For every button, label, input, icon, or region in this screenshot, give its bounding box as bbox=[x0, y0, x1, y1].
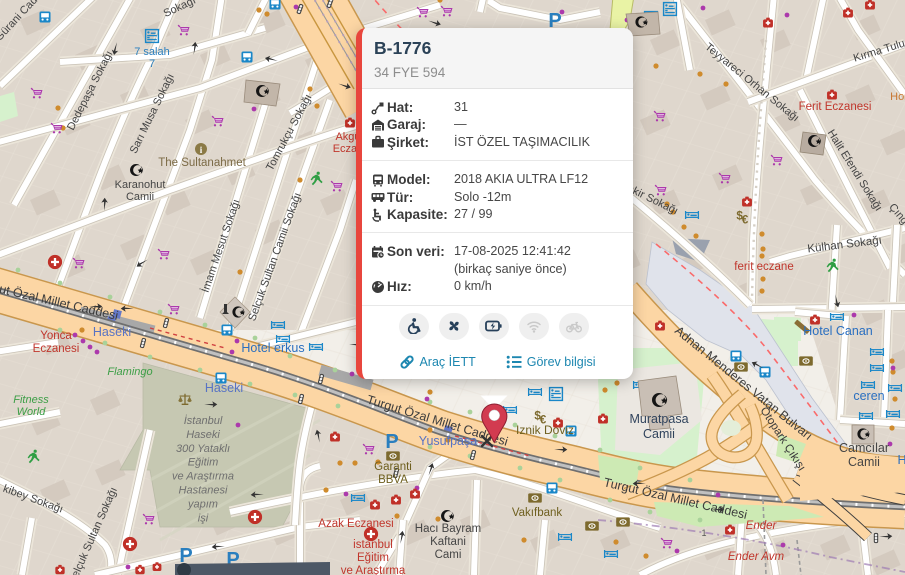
svg-text:Ender Avm: Ender Avm bbox=[728, 551, 785, 563]
svg-text:Hotel erkus: Hotel erkus bbox=[241, 341, 304, 355]
svg-text:Garanti: Garanti bbox=[374, 461, 412, 473]
svg-text:1: 1 bbox=[701, 528, 706, 538]
svg-text:ve Araştırma: ve Araştırma bbox=[341, 565, 406, 575]
svg-text:ve Araştırma: ve Araştırma bbox=[172, 471, 234, 483]
svg-text:Camii: Camii bbox=[126, 191, 154, 203]
svg-text:istanbul: istanbul bbox=[353, 539, 393, 551]
svg-text:Haseki: Haseki bbox=[186, 429, 220, 441]
svg-text:Iznik Doviz: Iznik Doviz bbox=[516, 423, 574, 437]
svg-text:Hastanesi: Hastanesi bbox=[179, 485, 228, 497]
svg-text:The Sultanahmet: The Sultanahmet bbox=[158, 157, 246, 169]
svg-text:yapım: yapım bbox=[187, 498, 218, 510]
svg-text:Eğitim: Eğitim bbox=[188, 457, 219, 469]
svg-text:Eğitim: Eğitim bbox=[357, 552, 389, 564]
svg-text:Yusufpaşa: Yusufpaşa bbox=[419, 434, 477, 448]
svg-text:Vakıfbank: Vakıfbank bbox=[512, 507, 563, 519]
svg-text:7: 7 bbox=[149, 58, 155, 70]
svg-text:ferit eczane: ferit eczane bbox=[734, 261, 793, 273]
svg-text:Ender: Ender bbox=[746, 520, 778, 532]
svg-text:Flamingo: Flamingo bbox=[107, 366, 152, 378]
svg-text:300 Yataklı: 300 Yataklı bbox=[176, 443, 230, 455]
svg-text:Camcılar: Camcılar bbox=[839, 441, 889, 455]
svg-text:7 salah: 7 salah bbox=[134, 46, 169, 58]
svg-text:Fitness: Fitness bbox=[13, 394, 49, 406]
svg-text:H: H bbox=[897, 453, 905, 467]
svg-text:Kaftani: Kaftani bbox=[430, 536, 466, 548]
svg-text:Camii: Camii bbox=[848, 455, 880, 469]
svg-text:Haseki: Haseki bbox=[93, 325, 131, 339]
svg-text:Haseki: Haseki bbox=[205, 381, 243, 395]
svg-text:Hotel Canan: Hotel Canan bbox=[803, 324, 873, 338]
svg-text:Hor: Hor bbox=[890, 91, 905, 103]
svg-text:ceren: ceren bbox=[853, 389, 884, 403]
svg-text:Karanohut: Karanohut bbox=[115, 179, 166, 191]
svg-text:Cami: Cami bbox=[435, 549, 462, 561]
svg-text:İstanbul: İstanbul bbox=[184, 415, 223, 427]
svg-text:Azak Eczanesi: Azak Eczanesi bbox=[318, 518, 393, 530]
svg-text:BBVA: BBVA bbox=[378, 474, 408, 486]
svg-text:Ferit Eczanesi: Ferit Eczanesi bbox=[799, 101, 872, 113]
svg-text:Eczanesi: Eczanesi bbox=[33, 343, 80, 355]
svg-text:Hacı Bayram: Hacı Bayram bbox=[415, 523, 481, 535]
svg-text:işi: işi bbox=[198, 512, 209, 524]
svg-text:World: World bbox=[17, 406, 47, 418]
svg-text:Camii: Camii bbox=[643, 427, 675, 441]
svg-text:Yonca: Yonca bbox=[40, 330, 72, 342]
svg-text:Muratpasa: Muratpasa bbox=[629, 412, 688, 426]
